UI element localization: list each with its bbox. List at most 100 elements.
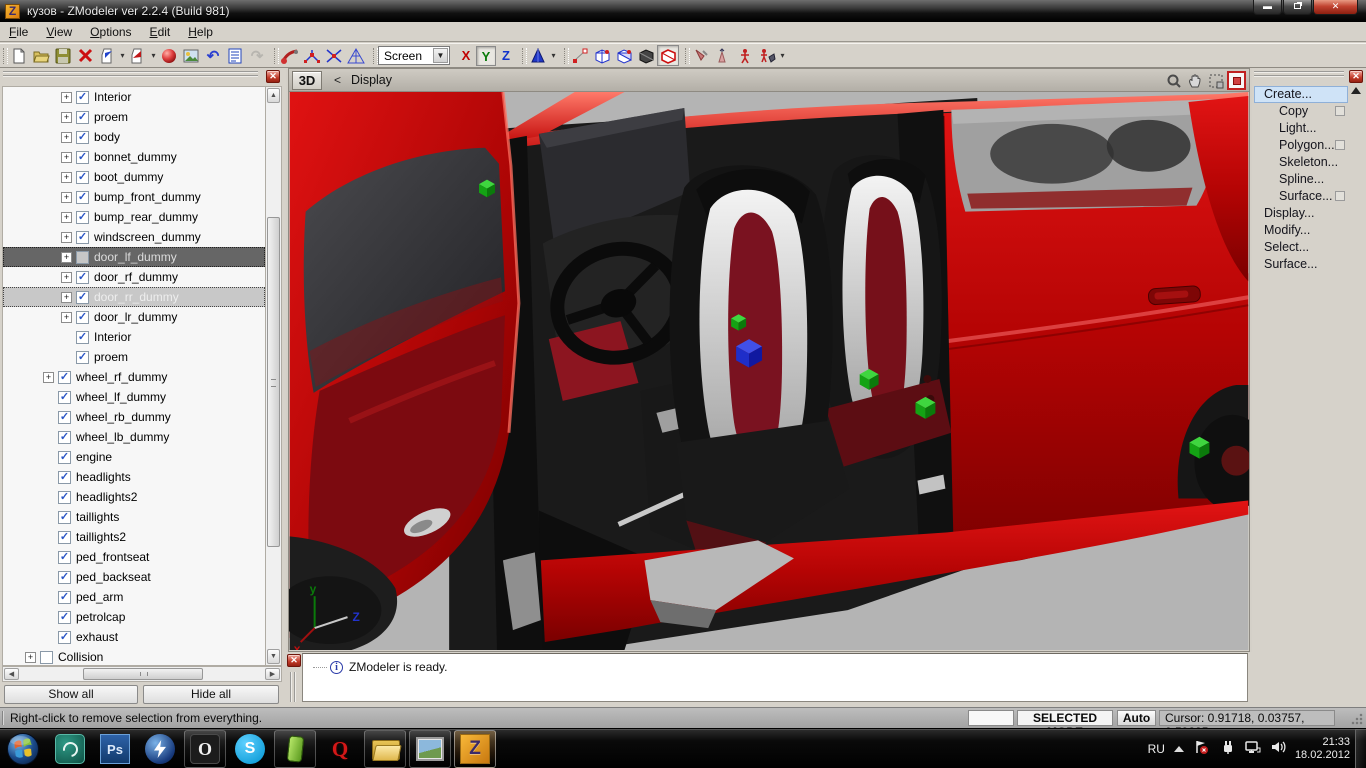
command-option-box[interactable] (1335, 106, 1345, 116)
command-modify[interactable]: Modify... (1254, 222, 1348, 239)
commands-panel-close-icon[interactable]: ✕ (1349, 70, 1363, 83)
show-all-button[interactable]: Show all (4, 685, 138, 704)
visibility-checkbox[interactable]: ✓ (58, 371, 71, 384)
break-vertices-icon[interactable] (301, 45, 323, 66)
open-file-button[interactable] (30, 45, 52, 66)
command-spline[interactable]: Spline... (1254, 171, 1348, 188)
tree-item-taillights[interactable]: +✓taillights (3, 507, 265, 527)
scroll-right-icon[interactable]: ▶ (265, 668, 280, 680)
visibility-checkbox[interactable]: ✓ (58, 531, 71, 544)
tree-item-bump_front_dummy[interactable]: +✓bump_front_dummy (3, 187, 265, 207)
expand-toggle-icon[interactable]: + (61, 272, 72, 283)
menu-view[interactable]: View (37, 23, 81, 41)
command-light[interactable]: Light... (1254, 120, 1348, 137)
visibility-checkbox[interactable]: ✓ (76, 91, 89, 104)
visibility-checkbox[interactable]: ✓ (76, 151, 89, 164)
close-button[interactable]: ✕ (1313, 0, 1358, 15)
selected-mode-indicator[interactable]: SELECTED MODE (1017, 710, 1113, 726)
scroll-up-icon[interactable]: ▲ (267, 88, 280, 103)
visibility-checkbox[interactable]: ✓ (76, 231, 89, 244)
expand-toggle-icon[interactable]: + (25, 652, 36, 663)
visibility-checkbox[interactable]: ✓ (76, 271, 89, 284)
taskbar-app-download-master[interactable] (49, 730, 91, 768)
expand-toggle-icon[interactable]: + (61, 132, 72, 143)
vertices-level-icon[interactable] (569, 45, 591, 66)
mesh-level-icon[interactable] (635, 45, 657, 66)
visibility-checkbox[interactable]: ✓ (76, 171, 89, 184)
tree-item-bonnet_dummy[interactable]: +✓bonnet_dummy (3, 147, 265, 167)
menu-edit[interactable]: Edit (141, 23, 180, 41)
expand-toggle-icon[interactable]: + (61, 312, 72, 323)
script-editor-button[interactable] (224, 45, 246, 66)
action-center-icon[interactable] (1193, 739, 1210, 760)
taskbar-app-explorer[interactable] (364, 730, 406, 768)
visibility-checkbox[interactable]: ✓ (58, 511, 71, 524)
viewport-mode-button[interactable]: 3D (292, 71, 322, 90)
tree-item-petrolcap[interactable]: +✓petrolcap (3, 607, 265, 627)
command-select[interactable]: Select... (1254, 239, 1348, 256)
menu-options[interactable]: Options (81, 23, 140, 41)
volume-icon[interactable] (1270, 739, 1286, 760)
panel-drag-grip[interactable] (1254, 71, 1344, 79)
visibility-checkbox[interactable]: ✓ (58, 411, 71, 424)
import-button[interactable] (96, 45, 118, 66)
tree-item-door_rf_dummy[interactable]: +✓door_rf_dummy (3, 267, 265, 287)
panel-drag-grip[interactable] (3, 71, 258, 79)
axis-z-toggle[interactable]: Z (496, 46, 516, 66)
tree-item-headlights2[interactable]: +✓headlights2 (3, 487, 265, 507)
visibility-checkbox[interactable]: ✓ (76, 111, 89, 124)
tree-item-Collision[interactable]: +Collision (3, 647, 265, 666)
expand-toggle-icon[interactable]: + (61, 232, 72, 243)
visibility-checkbox[interactable]: ✓ (76, 191, 89, 204)
command-copy[interactable]: Copy (1254, 103, 1348, 120)
visibility-checkbox[interactable]: ✓ (58, 451, 71, 464)
visibility-checkbox[interactable]: ✓ (58, 471, 71, 484)
network-icon[interactable] (1244, 739, 1261, 760)
tree-item-ped_frontseat[interactable]: +✓ped_frontseat (3, 547, 265, 567)
visibility-checkbox[interactable]: ✓ (58, 571, 71, 584)
start-button[interactable] (6, 732, 40, 766)
visibility-checkbox[interactable]: ✓ (76, 131, 89, 144)
visibility-checkbox[interactable]: ✓ (58, 591, 71, 604)
maximize-viewport-icon[interactable] (1227, 71, 1246, 90)
bone-move-icon[interactable] (712, 45, 734, 66)
command-option-box[interactable] (1335, 140, 1345, 150)
triangulate-icon[interactable] (345, 45, 367, 66)
visibility-checkbox[interactable] (40, 651, 53, 664)
taskbar-app-image-viewer[interactable] (409, 730, 451, 768)
expand-toggle-icon[interactable]: + (61, 252, 72, 263)
tree-item-wheel_rb_dummy[interactable]: +✓wheel_rb_dummy (3, 407, 265, 427)
command-create[interactable]: Create... (1254, 86, 1348, 103)
scroll-down-icon[interactable]: ▼ (267, 649, 280, 664)
expand-toggle-icon[interactable]: + (43, 372, 54, 383)
axis-y-toggle[interactable]: Y (476, 46, 496, 66)
scrollbar-thumb[interactable] (83, 668, 203, 680)
zoom-icon[interactable] (1164, 71, 1183, 90)
axis-x-toggle[interactable]: X (456, 46, 476, 66)
tree-item-wheel_lf_dummy[interactable]: +✓wheel_lf_dummy (3, 387, 265, 407)
tree-item-exhaust[interactable]: +✓exhaust (3, 627, 265, 647)
scrollbar-thumb[interactable] (267, 217, 280, 547)
menu-help[interactable]: Help (179, 23, 222, 41)
clock[interactable]: 21:33 18.02.2012 (1295, 736, 1350, 762)
command-option-box[interactable] (1335, 191, 1345, 201)
visibility-checkbox[interactable]: ✓ (76, 291, 89, 304)
taskbar-app-skype[interactable]: S (229, 730, 271, 768)
auto-button[interactable]: Auto (1117, 710, 1156, 726)
visibility-checkbox[interactable]: ✓ (76, 331, 89, 344)
texture-browser-button[interactable] (180, 45, 202, 66)
detach-icon[interactable] (323, 45, 345, 66)
expand-toggle-icon[interactable]: + (61, 212, 72, 223)
pan-hand-icon[interactable] (1185, 71, 1204, 90)
import-dropdown-icon[interactable]: ▾ (118, 51, 127, 60)
visibility-checkbox[interactable]: ✓ (58, 611, 71, 624)
resize-grip[interactable] (1351, 713, 1363, 725)
taskbar-app-daemon-tools[interactable] (139, 730, 181, 768)
skeleton-dropdown-icon[interactable]: ▾ (778, 51, 787, 60)
tree-item-door_lf_dummy[interactable]: +door_lf_dummy (3, 247, 265, 267)
redo-button[interactable]: ↷ (246, 45, 268, 66)
tree-item-windscreen_dummy[interactable]: +✓windscreen_dummy (3, 227, 265, 247)
viewport-3d-canvas[interactable]: y Z x (288, 92, 1250, 652)
command-polygon[interactable]: Polygon... (1254, 137, 1348, 154)
minimize-button[interactable]: ▬ (1253, 0, 1282, 15)
